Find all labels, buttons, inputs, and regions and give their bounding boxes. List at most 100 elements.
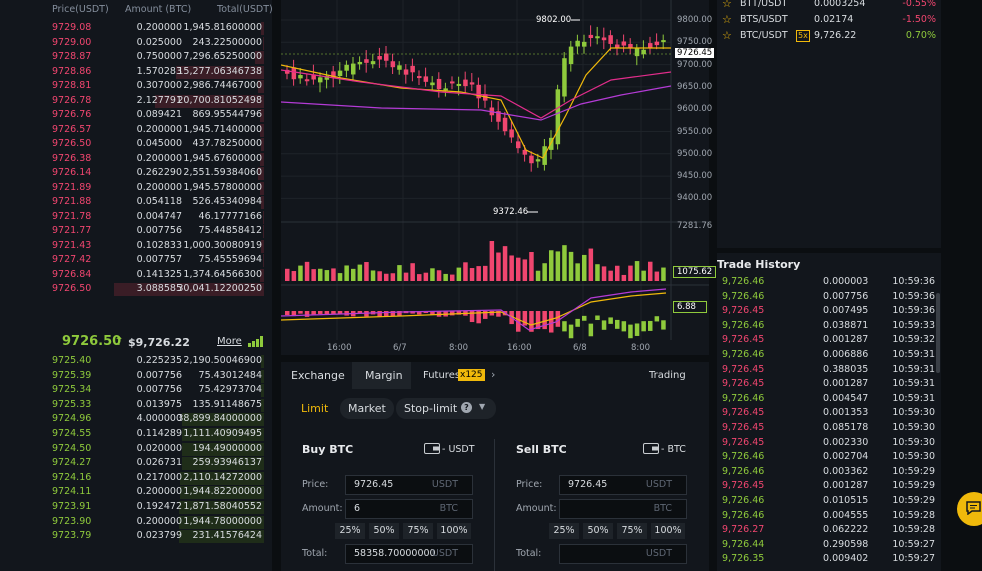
ask-row[interactable]: 9726.57 0.200000 1,945.71400000 [0,123,272,138]
candle-body [318,77,323,83]
chevron-right-icon[interactable]: › [491,368,495,381]
trade-time: 10:59:36 [892,276,935,287]
ask-row[interactable]: 9726.14 0.262290 2,551.59384060 [0,166,272,181]
buy-pct-25-button[interactable]: 25% [335,523,365,539]
market-row[interactable]: ☆ BTS/USDT 0.02174 -1.50% [717,12,941,28]
sell-total-input[interactable]: USDT [559,544,687,564]
trade-amount: 0.290598 [823,538,869,550]
wallet-icon [643,443,659,454]
price-chart[interactable]: 9800.00 9750.00 9700.00 9650.00 9600.00 9550.… [280,0,717,355]
trade-amount: 0.004555 [823,509,869,521]
candle-body [423,76,429,82]
trading-rules-link[interactable]: Trading Rules [649,362,709,408]
volume-bar [502,246,508,281]
volume-bar [324,270,330,281]
tab-margin[interactable]: Margin [352,362,411,389]
bid-total: 38,899.84000000 [177,413,262,425]
bid-row[interactable]: 9724.50 0.020000 194.49000000 [0,442,272,457]
ask-row[interactable]: 9721.78 0.004747 46.17777166 [0,210,272,225]
trade-price: 9,726.45 [722,305,765,317]
sell-price-input[interactable]: 9726.45 USDT [559,475,687,495]
macd-bar [648,320,653,331]
bid-total: 2,190.50046900 [183,355,262,366]
ask-row[interactable]: 9726.84 0.141325 1,374.64566300 [0,268,272,283]
star-icon[interactable]: ☆ [722,13,732,26]
bid-row[interactable]: 9725.39 0.007756 75.43012484 [0,369,272,384]
ask-total: 1,945.57800000 [183,181,262,193]
limit-order-button[interactable]: Limit [293,398,336,419]
candle-body [364,59,369,63]
trade-time: 10:59:28 [892,524,935,536]
stop-limit-dropdown[interactable]: Stop-limit ? ▼ [396,398,496,419]
candle-body [562,58,567,97]
trade-time: 10:59:36 [892,305,935,317]
buy-pct-100-button[interactable]: 100% [437,523,471,539]
ask-row[interactable]: 9721.77 0.007756 75.44858412 [0,224,272,239]
buy-amount-input[interactable]: 6 BTC [345,499,473,519]
bid-row[interactable]: 9724.55 0.114289 1,111.40909495 [0,427,272,442]
ask-row[interactable]: 9727.42 0.007757 75.45559694 [0,253,272,268]
sell-pct-25-button[interactable]: 25% [549,523,579,539]
candle-body [634,48,640,57]
price-tick: 9700.00 [677,59,713,70]
ask-row[interactable]: 9721.89 0.200000 1,945.57800000 [0,181,272,196]
buy-pct-50-button[interactable]: 50% [369,523,399,539]
more-link[interactable]: More [217,336,242,347]
ask-row[interactable]: 9726.38 0.200000 1,945.67600000 [0,152,272,167]
bid-row[interactable]: 9724.96 4.000000 38,899.84000000 [0,412,272,427]
depth-bar [262,254,264,267]
candle-body [575,40,580,47]
ask-row[interactable]: 9726.50 3.088585 30,041.12200250 [0,282,272,297]
bid-row[interactable]: 9725.34 0.007756 75.42973704 [0,383,272,398]
ask-row[interactable]: 9726.50 0.045000 437.78250000 [0,137,272,152]
help-icon[interactable]: ? [461,402,472,413]
macd-line [280,288,667,331]
bid-row[interactable]: 9724.11 0.200000 1,944.82200000 [0,485,272,500]
sell-pct-50-button[interactable]: 50% [583,523,613,539]
star-icon[interactable]: ☆ [722,29,732,42]
market-order-button[interactable]: Market [340,398,394,419]
bid-row[interactable]: 9723.90 0.200000 1,944.78000000 [0,515,272,530]
bid-row[interactable]: 9724.27 0.026731 259.93946137 [0,456,272,471]
ask-price: 9726.14 [52,167,92,178]
ask-row[interactable]: 9728.81 0.307000 2,986.74467000 [0,79,272,94]
sell-pct-100-button[interactable]: 100% [651,523,685,539]
trade-row: 9,726.45 0.001353 10:59:30 [717,407,941,422]
stop-limit-label: Stop-limit [404,402,458,415]
ask-row[interactable]: 9728.87 0.750000 7,296.65250000 [0,50,272,65]
tab-exchange[interactable]: Exchange [291,362,345,389]
ask-row[interactable]: 9721.88 0.054118 526.45340984 [0,195,272,210]
market-row[interactable]: ☆ BTT/USDT 0.0003254 -0.55% [717,0,941,12]
trade-time: 10:59:30 [892,436,935,448]
bid-row[interactable]: 9723.91 0.192472 1,871.58040552 [0,500,272,515]
ask-row[interactable]: 9728.86 1.570283 15,277.06346738 [0,65,272,80]
ask-price: 9728.86 [52,65,92,77]
market-row[interactable]: ☆ BTC/USDT 5x 9,726.22 0.70% [717,28,941,44]
candlestick-chart[interactable] [280,0,709,355]
ask-row[interactable]: 9726.78 2.127791 20,700.81052498 [0,94,272,109]
buy-price-input[interactable]: 9726.45 USDT [345,475,473,495]
tab-futures[interactable]: Futures [423,362,460,389]
bid-row[interactable]: 9724.16 0.217000 2,110.14272000 [0,471,272,486]
ask-row[interactable]: 9729.08 0.200000 1,945.81600000 [0,21,272,36]
bid-row[interactable]: 9725.40 0.225235 2,190.50046900 [0,354,272,369]
sell-amount-label: Amount: [516,503,557,514]
ask-price: 9729.08 [52,22,92,33]
buy-total-input[interactable]: 58358.70000000 USDT [345,544,473,564]
ask-row[interactable]: 9721.43 0.102833 1,000.30080919 [0,239,272,254]
ask-row[interactable]: 9729.00 0.025000 243.22500000 [0,36,272,51]
sell-pct-75-button[interactable]: 75% [617,523,647,539]
bid-row[interactable]: 9723.79 0.023799 231.41576424 [0,529,272,544]
trade-amount: 0.007495 [823,305,869,317]
macd-bar [318,311,323,314]
bid-row[interactable]: 9725.33 0.013975 135.91148675 [0,398,272,413]
buy-pct-75-button[interactable]: 75% [403,523,433,539]
star-icon[interactable]: ☆ [722,0,732,10]
form-divider [494,439,495,571]
candle-body [608,35,613,44]
sell-amount-input[interactable]: BTC [559,499,687,519]
ask-row[interactable]: 9726.76 0.089421 869.95544796 [0,108,272,123]
chat-support-button[interactable] [957,492,982,526]
macd-bar [595,315,600,321]
market-price: 0.0003254 [814,0,866,9]
